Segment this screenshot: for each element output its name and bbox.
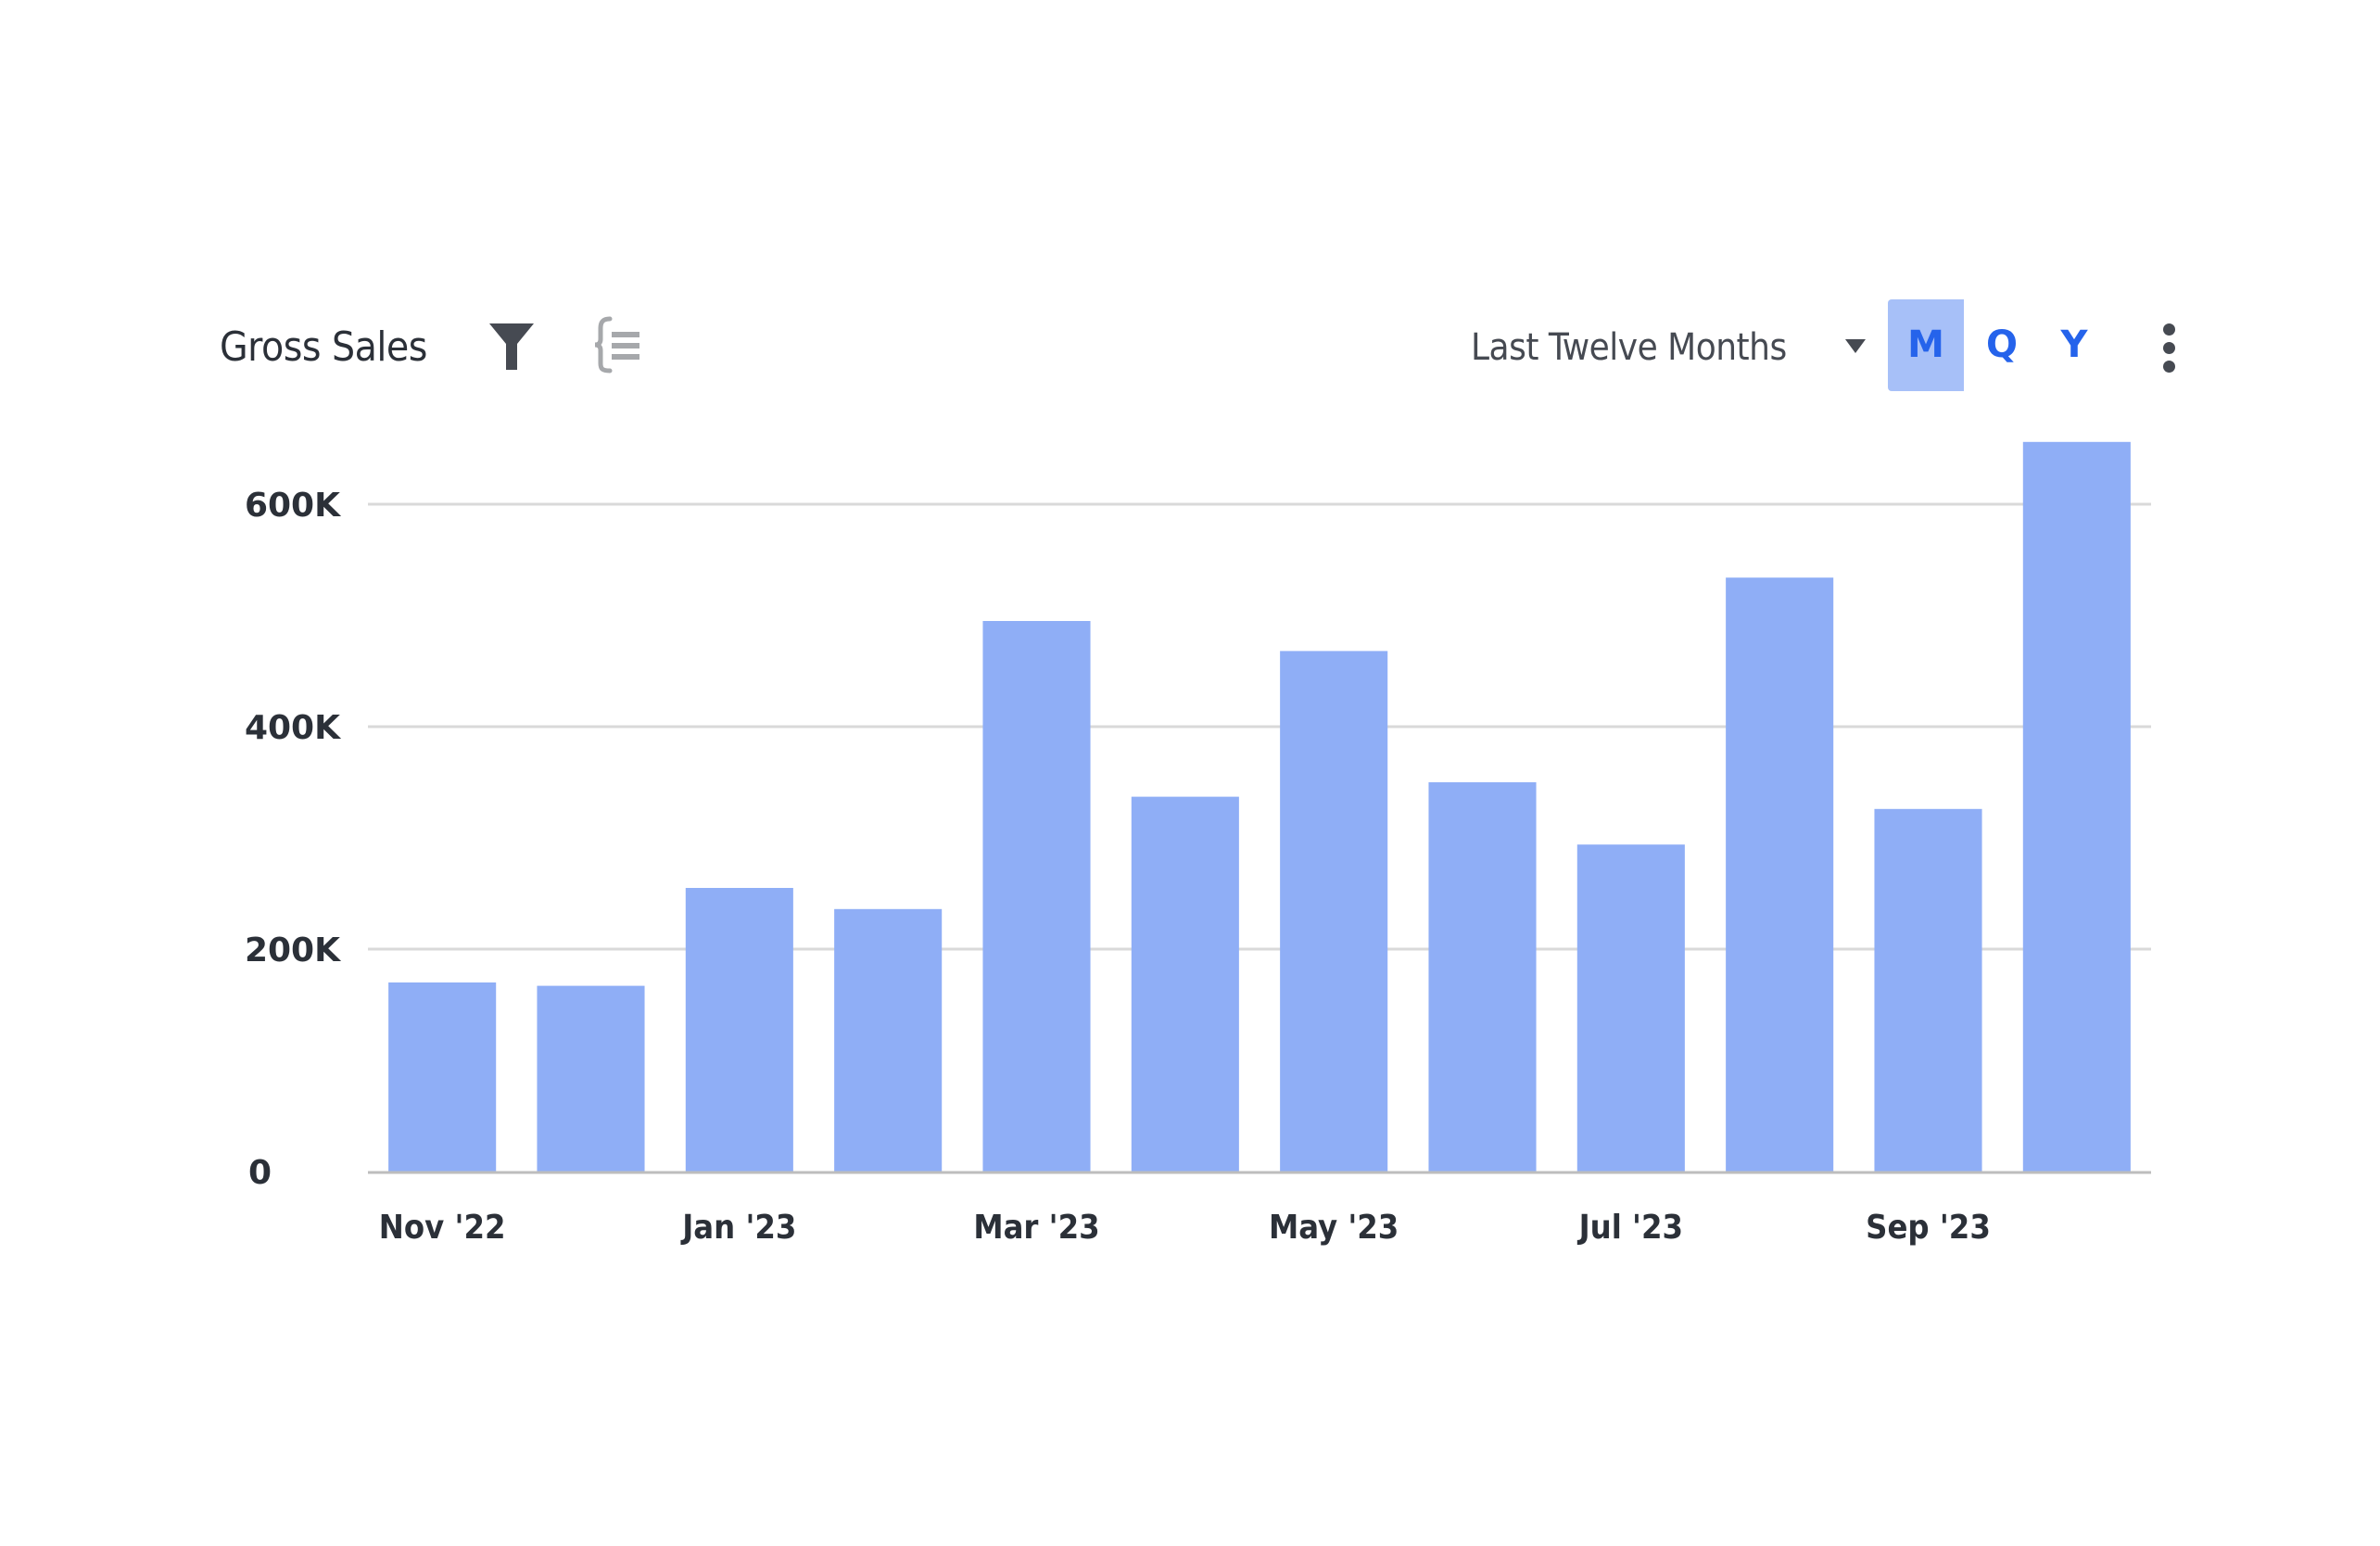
bar[interactable] [388,982,497,1172]
bar[interactable] [834,908,943,1172]
y-axis-labels: 0 200K 400K 600K [245,487,341,1192]
x-tick-label: Jul '23 [1577,1209,1683,1247]
x-tick-label: Nov '22 [379,1209,506,1247]
bar[interactable] [1131,796,1239,1172]
x-tick-label: May '23 [1269,1209,1399,1247]
bar[interactable] [1280,651,1388,1172]
bar[interactable] [982,621,1091,1172]
y-tick-label: 600K [245,487,341,525]
y-tick-label: 200K [245,931,341,969]
bar[interactable] [1726,577,1834,1172]
bar[interactable] [537,985,645,1172]
bar-chart: 0 200K 400K 600K Nov '22 Jan '23 Mar '23 May '… [245,441,2151,1247]
bars [388,441,2131,1172]
x-tick-label: Mar '23 [973,1209,1099,1247]
bar[interactable] [685,888,793,1172]
y-tick-label: 400K [245,709,341,747]
bar[interactable] [1576,844,1685,1172]
y-tick-label: 0 [248,1154,272,1192]
x-axis-labels: Nov '22 Jan '23 Mar '23 May '23 Jul '23 Sep '… [379,1209,1991,1247]
bar[interactable] [2022,441,2131,1172]
bar[interactable] [1874,808,1982,1172]
x-tick-label: Jan '23 [680,1209,796,1247]
x-tick-label: Sep '23 [1866,1209,1991,1247]
bar[interactable] [1428,782,1537,1172]
